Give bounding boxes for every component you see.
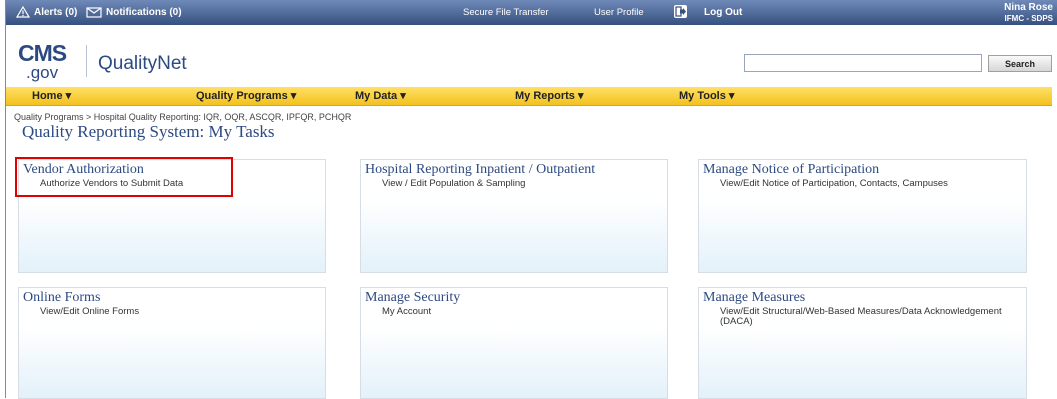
notifications-label: Notifications (0) xyxy=(106,7,182,18)
tile-manage-notice-of-participation[interactable]: Manage Notice of Participation View/Edit… xyxy=(698,159,1027,273)
user-name: Nina Rose xyxy=(1004,2,1053,13)
user-info[interactable]: Nina Rose IFMC - SDPS xyxy=(1004,2,1053,24)
tile-title[interactable]: Hospital Reporting Inpatient / Outpatien… xyxy=(365,162,595,178)
notifications-link[interactable]: Notifications (0) xyxy=(86,0,182,25)
alerts-link[interactable]: Alerts (0) xyxy=(16,0,77,25)
search-input[interactable] xyxy=(744,54,982,72)
tile-title[interactable]: Manage Security xyxy=(365,290,460,306)
tile-title[interactable]: Online Forms xyxy=(23,290,100,306)
tile-subtitle[interactable]: View/Edit Notice of Participation, Conta… xyxy=(720,179,1010,189)
tile-title[interactable]: Manage Measures xyxy=(703,290,805,306)
tile-subtitle[interactable]: View/Edit Online Forms xyxy=(40,307,330,317)
logout-icon[interactable] xyxy=(674,5,687,18)
tile-hospital-reporting[interactable]: Hospital Reporting Inpatient / Outpatien… xyxy=(360,159,668,273)
tile-manage-measures[interactable]: Manage Measures View/Edit Structural/Web… xyxy=(698,287,1027,399)
breadcrumb[interactable]: Quality Programs > Hospital Quality Repo… xyxy=(14,112,351,122)
search-button[interactable]: Search xyxy=(988,55,1052,72)
logo-divider xyxy=(86,45,87,77)
alert-icon xyxy=(16,6,30,18)
nav-my-reports[interactable]: My Reports ▾ xyxy=(515,87,583,105)
nav-my-data[interactable]: My Data ▾ xyxy=(355,87,406,105)
tile-online-forms[interactable]: Online Forms View/Edit Online Forms xyxy=(18,287,326,399)
alerts-label: Alerts (0) xyxy=(34,7,78,18)
site-header: CMS .gov QualityNet Search xyxy=(6,25,1057,85)
logo-gov-text: .gov xyxy=(26,63,59,82)
tile-manage-security[interactable]: Manage Security My Account xyxy=(360,287,668,399)
tile-subtitle[interactable]: View/Edit Structural/Web-Based Measures/… xyxy=(720,307,1010,327)
highlight-box xyxy=(15,157,233,197)
top-utility-bar: Alerts (0) Notifications (0) Secure File… xyxy=(6,0,1057,25)
user-profile-link[interactable]: User Profile xyxy=(594,0,644,25)
main-nav: Home ▾ Quality Programs ▾ My Data ▾ My R… xyxy=(6,87,1052,106)
nav-home[interactable]: Home ▾ xyxy=(32,87,71,105)
page-title: Quality Reporting System: My Tasks xyxy=(22,122,275,141)
envelope-icon xyxy=(86,7,102,18)
tile-subtitle[interactable]: My Account xyxy=(382,307,672,317)
secure-file-transfer-link[interactable]: Secure File Transfer xyxy=(463,0,549,25)
tile-title[interactable]: Manage Notice of Participation xyxy=(703,162,879,178)
user-org: IFMC - SDPS xyxy=(1004,14,1053,23)
tile-subtitle[interactable]: View / Edit Population & Sampling xyxy=(382,179,672,189)
log-out-link[interactable]: Log Out xyxy=(704,0,742,25)
qualitynet-brand[interactable]: QualityNet xyxy=(98,53,187,75)
nav-quality-programs[interactable]: Quality Programs ▾ xyxy=(196,87,296,105)
nav-my-tools[interactable]: My Tools ▾ xyxy=(679,87,734,105)
